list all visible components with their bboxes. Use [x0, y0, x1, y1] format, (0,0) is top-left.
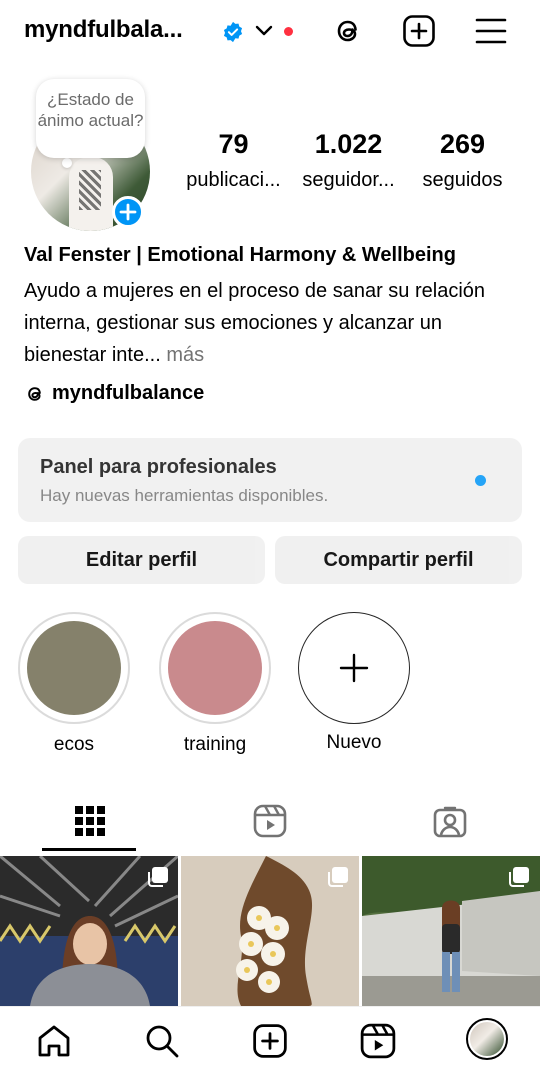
highlight-training[interactable]: training: [159, 612, 271, 756]
grid-icon: [75, 806, 105, 836]
bio-text: Ayudo a mujeres en el proceso de sanar s…: [24, 280, 486, 366]
create-icon: [253, 1024, 287, 1058]
username-switcher[interactable]: myndfulbala...: [24, 16, 183, 44]
carousel-icon: [509, 867, 529, 887]
threads-icon: [28, 386, 41, 401]
highlight-ring: [159, 612, 271, 724]
post-thumbnail[interactable]: [362, 856, 540, 1006]
carousel-icon: [328, 867, 348, 887]
avatar-pattern: [79, 170, 101, 210]
search-icon: [146, 1025, 179, 1058]
stat-followers-count: 1.022: [314, 129, 383, 159]
stat-following[interactable]: 269 seguidos: [410, 128, 515, 194]
profile-avatar-small: [466, 1018, 508, 1060]
tab-posts-grid[interactable]: [0, 790, 180, 852]
professional-dashboard[interactable]: Panel para profesionales Hay nuevas herr…: [18, 438, 522, 522]
highlight-cover: [27, 621, 121, 715]
stat-followers[interactable]: 1.022 seguidor...: [292, 128, 405, 194]
posts-grid: [0, 856, 540, 1006]
verified-badge-icon: [223, 21, 243, 43]
profile-bio: Ayudo a mujeres en el proceso de sanar s…: [24, 275, 519, 371]
stat-following-count: 269: [439, 129, 486, 159]
stat-posts[interactable]: 79 publicaci...: [176, 128, 291, 194]
create-post-icon[interactable]: [402, 14, 436, 48]
reels-icon: [360, 1023, 396, 1059]
nav-reels[interactable]: [358, 1021, 398, 1061]
notification-dot: [284, 27, 293, 36]
nav-profile[interactable]: [464, 1016, 510, 1062]
bottom-navigation: [0, 1006, 540, 1067]
nav-search[interactable]: [142, 1021, 182, 1061]
nav-home[interactable]: [34, 1021, 74, 1061]
stat-followers-label: seguidor...: [302, 169, 395, 191]
highlight-label: Nuevo: [326, 732, 382, 753]
chevron-down-icon[interactable]: [255, 24, 273, 38]
mood-note-bubble[interactable]: ¿Estado de ánimo actual?: [36, 79, 145, 158]
add-story-button[interactable]: [112, 196, 144, 228]
threads-icon[interactable]: [331, 14, 365, 48]
reels-icon: [253, 804, 287, 838]
edit-profile-button[interactable]: Editar perfil: [18, 536, 265, 584]
new-indicator-dot: [475, 475, 486, 486]
top-bar: myndfulbala...: [0, 0, 540, 64]
pro-dashboard-subtitle: Hay nuevas herramientas disponibles.: [40, 486, 329, 505]
nav-create[interactable]: [250, 1021, 290, 1061]
threads-handle: myndfulbalance: [52, 382, 205, 404]
plus-icon: [119, 203, 137, 221]
highlight-ring: [18, 612, 130, 724]
highlight-new[interactable]: Nuevo: [298, 612, 410, 754]
plus-icon: [339, 653, 369, 683]
stat-following-label: seguidos: [422, 169, 503, 191]
profile-tabs: [0, 790, 540, 852]
highlight-cover: [168, 621, 262, 715]
tagged-icon: [433, 806, 467, 838]
bubble-tail: [62, 158, 72, 168]
threads-profile-link[interactable]: myndfulbalance: [24, 382, 204, 405]
highlight-label: ecos: [53, 734, 95, 755]
profile-name: Val Fenster | Emotional Harmony & Wellbe…: [24, 244, 456, 266]
pro-dashboard-title: Panel para profesionales: [40, 456, 277, 478]
highlight-label: training: [183, 734, 247, 755]
active-tab-indicator: [42, 848, 136, 851]
home-icon: [38, 1025, 70, 1057]
stat-posts-count: 79: [218, 129, 249, 159]
new-highlight-circle: [298, 612, 410, 724]
carousel-icon: [148, 867, 168, 887]
stat-posts-label: publicaci...: [186, 169, 281, 191]
more-link[interactable]: más: [166, 344, 204, 366]
menu-icon[interactable]: [474, 14, 508, 48]
tab-reels[interactable]: [180, 790, 360, 852]
share-profile-button[interactable]: Compartir perfil: [275, 536, 522, 584]
post-thumbnail[interactable]: [181, 856, 359, 1006]
tab-tagged[interactable]: [360, 790, 540, 852]
highlight-ecos[interactable]: ecos: [18, 612, 130, 756]
